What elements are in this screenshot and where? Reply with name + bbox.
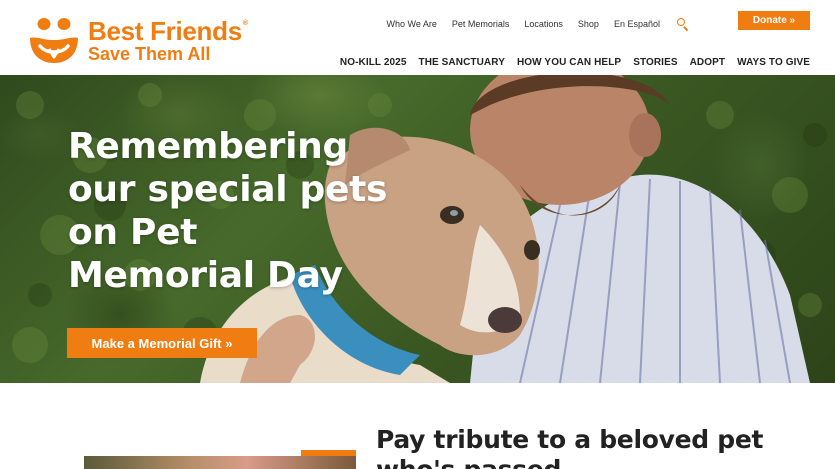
nav-the-sanctuary[interactable]: THE SANCTUARY — [418, 57, 505, 68]
tribute-photo — [84, 456, 356, 469]
logo-registered-mark: ® — [242, 20, 248, 27]
logo-tagline: Save Them All — [88, 44, 211, 64]
nav-no-kill-2025[interactable]: NO-KILL 2025 — [340, 57, 407, 68]
hero-banner: Remembering our special pets on Pet Memo… — [0, 75, 835, 383]
nav-stories[interactable]: STORIES — [633, 57, 677, 68]
site-header: Best Friends® Save Them All Who We Are P… — [0, 0, 835, 75]
util-nav-shop[interactable]: Shop — [578, 19, 599, 29]
nav-adopt[interactable]: ADOPT — [690, 57, 726, 68]
main-nav: NO-KILL 2025 THE SANCTUARY HOW YOU CAN H… — [340, 57, 810, 68]
search-icon[interactable] — [677, 18, 689, 32]
logo-name-line1: Best Friends — [88, 16, 242, 46]
util-nav-pet-memorials[interactable]: Pet Memorials — [452, 19, 510, 29]
utility-nav: Who We Are Pet Memorials Locations Shop … — [387, 18, 689, 32]
hero-title: Remembering our special pets on Pet Memo… — [68, 126, 388, 296]
nav-how-you-can-help[interactable]: HOW YOU CAN HELP — [517, 57, 621, 68]
util-nav-locations[interactable]: Locations — [524, 19, 563, 29]
util-nav-who-we-are[interactable]: Who We Are — [387, 19, 437, 29]
make-memorial-gift-button[interactable]: Make a Memorial Gift » — [67, 328, 257, 358]
nav-ways-to-give[interactable]: WAYS TO GIVE — [737, 57, 810, 68]
util-nav-en-espanol[interactable]: En Español — [614, 19, 660, 29]
best-friends-logo[interactable]: Best Friends® Save Them All — [26, 14, 266, 66]
donate-button[interactable]: Donate » — [738, 11, 810, 30]
tribute-heading: Pay tribute to a beloved pet who's passe… — [376, 425, 764, 469]
halo-dog-logo-icon — [30, 18, 78, 63]
